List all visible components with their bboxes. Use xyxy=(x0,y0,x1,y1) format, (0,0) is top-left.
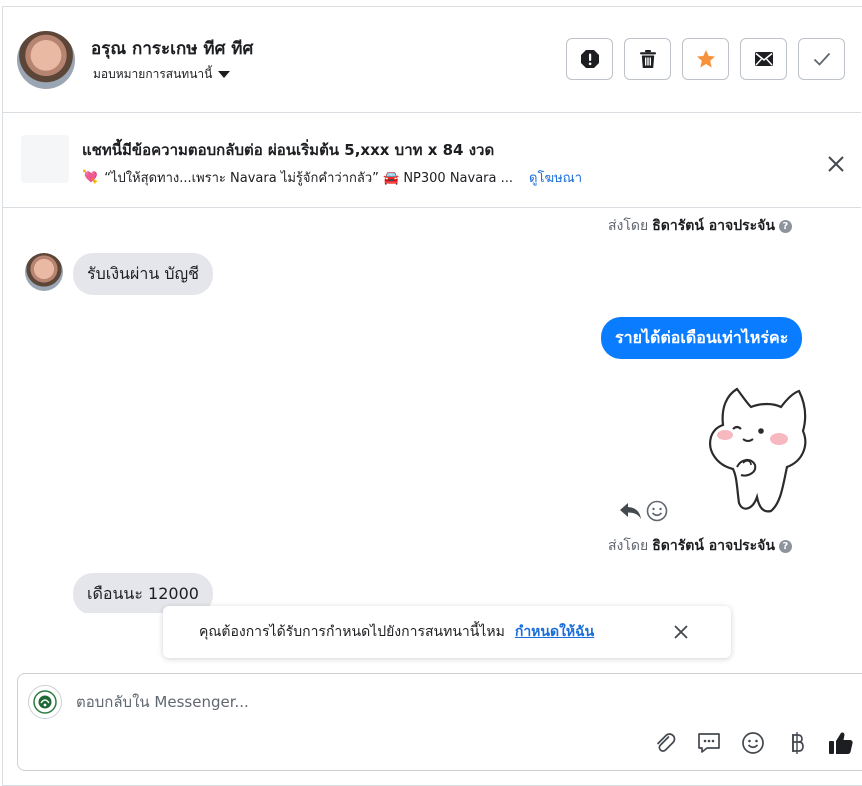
page-logo-icon xyxy=(33,690,57,714)
heart-icon: 💘 xyxy=(82,170,99,185)
cat-sticker[interactable] xyxy=(703,385,811,515)
close-icon[interactable] xyxy=(671,622,691,642)
assign-suggestion-toast: คุณต้องการได้รับการกำหนดไปยังการสนทนานี้… xyxy=(163,606,731,658)
header-actions xyxy=(566,38,845,80)
react-emoji-icon[interactable] xyxy=(646,500,668,522)
reply-input[interactable] xyxy=(76,688,676,716)
ad-context-banner: แชทนี้มีข้อความตอบกลับต่อ ผ่อนเริ่มต้น 5… xyxy=(3,113,861,208)
alert-icon xyxy=(580,50,599,68)
message-thread[interactable]: ส่งโดย ธิดารัตน์ อาจประจัน ? รับเงินผ่าน… xyxy=(3,207,861,613)
check-icon xyxy=(813,52,830,66)
like-button[interactable] xyxy=(828,730,854,756)
contact-avatar-small[interactable] xyxy=(25,253,63,291)
caret-down-icon xyxy=(218,71,231,78)
mark-unread-button[interactable] xyxy=(740,38,787,80)
outgoing-message[interactable]: รายได้ต่อเดือนเท่าไหร่คะ xyxy=(601,317,803,359)
contact-name[interactable]: อรุณ การะเกษ ทีศ ทีศ xyxy=(91,35,253,62)
spam-button[interactable] xyxy=(566,38,613,80)
inbox-conversation-panel: อรุณ การะเกษ ทีศ ทีศ มอบหมายการสนทนานี้ xyxy=(2,6,862,786)
reply-icon[interactable] xyxy=(618,501,642,521)
ad-thumbnail[interactable] xyxy=(21,135,69,183)
view-ad-link[interactable]: ดูโฆษณา xyxy=(529,167,582,188)
emoji-icon xyxy=(742,732,764,754)
ad-title: แชทนี้มีข้อความตอบกลับต่อ ผ่อนเริ่มต้น 5… xyxy=(82,141,495,159)
assign-label: มอบหมายการสนทนานี้ xyxy=(93,67,213,81)
sender-name: ธิดารัตน์ อาจประจัน xyxy=(652,538,775,554)
baht-icon xyxy=(792,732,804,754)
trash-icon xyxy=(639,50,656,68)
help-icon[interactable]: ? xyxy=(778,219,792,233)
sent-by-label: ส่งโดย ธิดารัตน์ อาจประจัน ? xyxy=(608,215,792,237)
payment-button[interactable] xyxy=(784,730,810,756)
saved-replies-button[interactable] xyxy=(696,730,722,756)
sent-by-label-2: ส่งโดย ธิดารัตน์ อาจประจัน ? xyxy=(608,535,792,557)
saved-reply-icon xyxy=(698,733,720,753)
sent-by-prefix: ส่งโดย xyxy=(608,218,649,234)
attach-button[interactable] xyxy=(652,730,678,756)
thumbs-up-icon xyxy=(829,732,853,754)
star-icon xyxy=(696,50,715,68)
conversation-header: อรุณ การะเกษ ทีศ ทีศ มอบหมายการสนทนานี้ xyxy=(3,7,861,113)
ad-subtitle-row: 💘 “ไปให้สุดทาง...เพราะ Navara ไม่รู้จักค… xyxy=(82,167,582,188)
reply-composer xyxy=(17,673,862,771)
delete-button[interactable] xyxy=(624,38,671,80)
composer-tools xyxy=(652,730,854,756)
page-logo-avatar xyxy=(28,685,62,719)
contact-avatar[interactable] xyxy=(17,31,75,89)
toast-text: คุณต้องการได้รับการกำหนดไปยังการสนทนานี้… xyxy=(199,624,505,640)
mark-done-button[interactable] xyxy=(798,38,845,80)
sender-name: ธิดารัตน์ อาจประจัน xyxy=(652,218,775,234)
assign-to-me-link[interactable]: กำหนดให้ฉัน xyxy=(515,621,594,643)
envelope-icon xyxy=(754,52,773,66)
star-button[interactable] xyxy=(682,38,729,80)
sent-by-prefix: ส่งโดย xyxy=(608,538,649,554)
close-icon[interactable] xyxy=(825,153,847,175)
assign-conversation-dropdown[interactable]: มอบหมายการสนทนานี้ xyxy=(93,65,231,84)
help-icon[interactable]: ? xyxy=(778,539,792,553)
emoji-button[interactable] xyxy=(740,730,766,756)
ad-subtitle: “ไปให้สุดทาง...เพราะ Navara ไม่รู้จักคำว… xyxy=(104,171,514,186)
incoming-message[interactable]: รับเงินผ่าน บัญชี xyxy=(73,253,213,295)
paperclip-icon xyxy=(657,733,676,752)
